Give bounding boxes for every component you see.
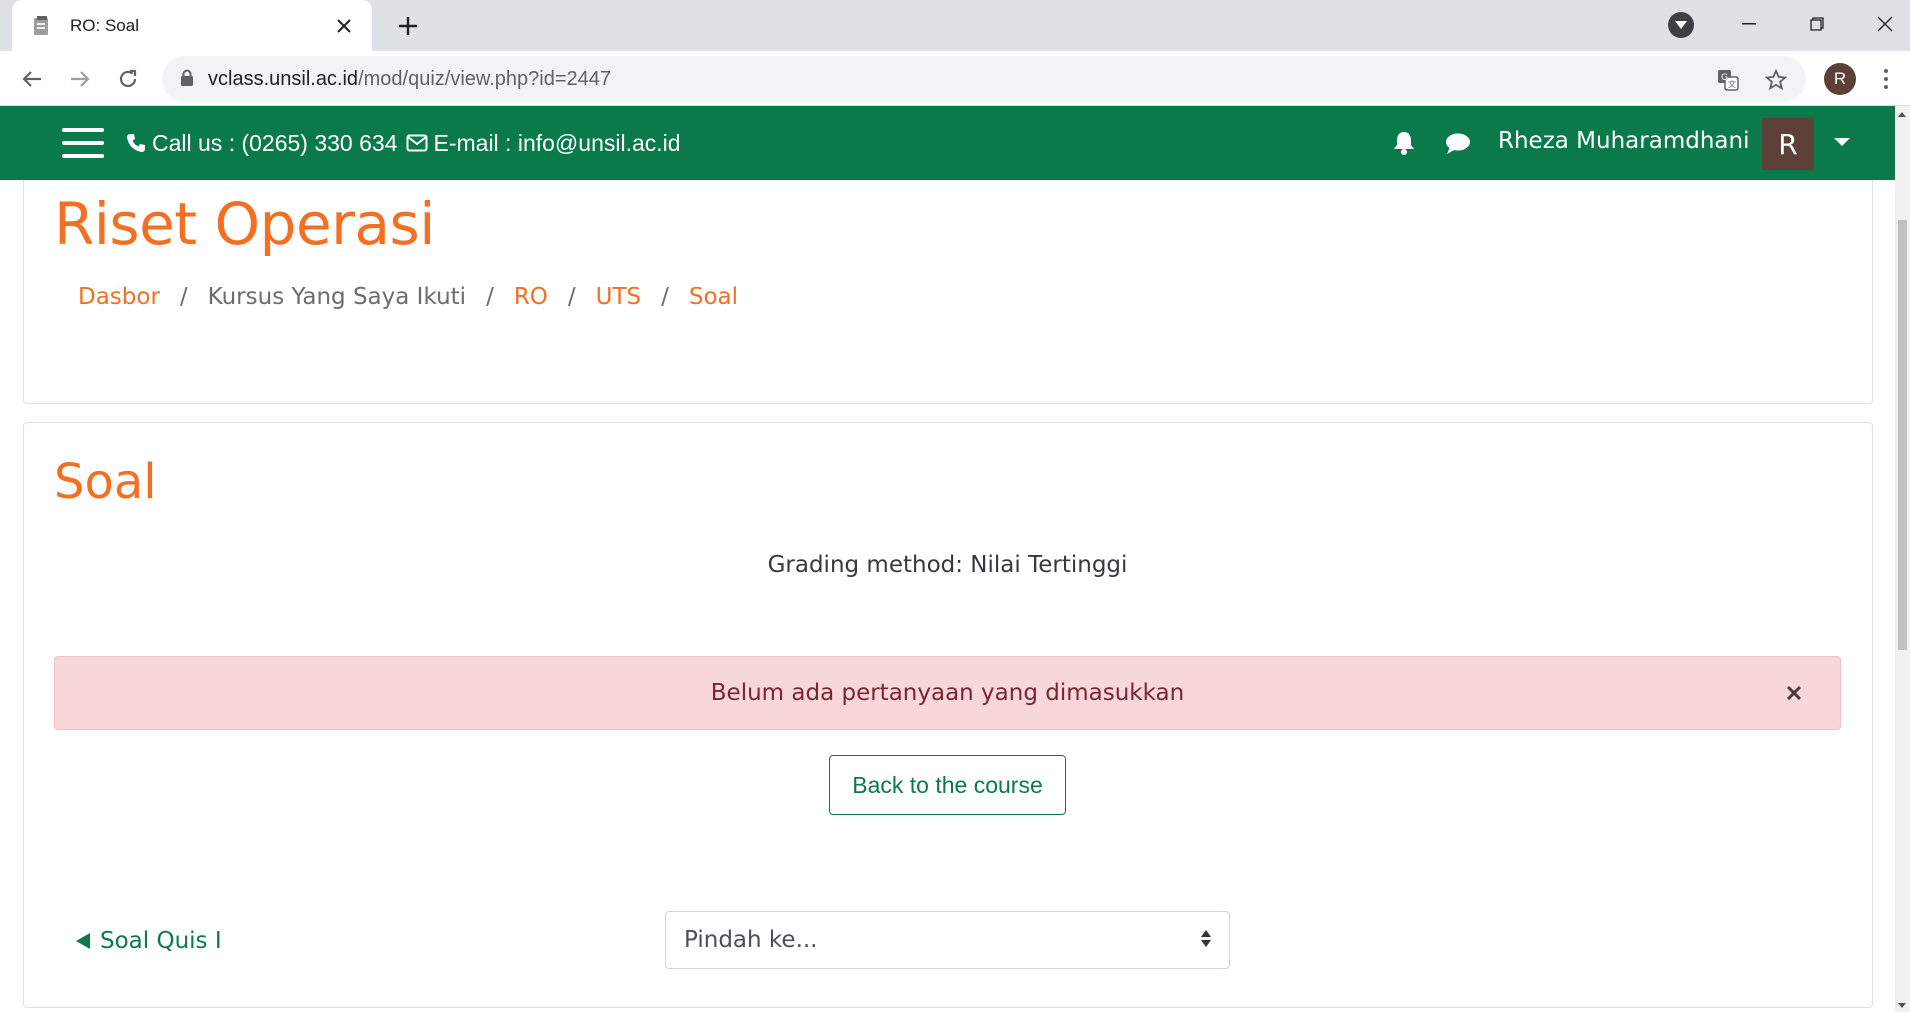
user-name[interactable]: Rheza Muharamdhani <box>1498 106 1749 176</box>
back-arrow-icon[interactable] <box>14 61 50 97</box>
breadcrumb-ro[interactable]: RO <box>514 284 548 310</box>
close-window-icon[interactable] <box>1862 6 1908 42</box>
svg-text:文: 文 <box>1728 79 1736 89</box>
breadcrumb-separator: / <box>661 284 669 310</box>
prev-activity-label: Soal Quis I <box>100 928 222 954</box>
url-text: vclass.unsil.ac.id/mod/quiz/view.php?id=… <box>208 68 611 91</box>
breadcrumb-separator: / <box>179 284 188 310</box>
browser-toolbar: vclass.unsil.ac.id/mod/quiz/view.php?id=… <box>0 51 1910 106</box>
translate-icon[interactable]: G文 <box>1714 66 1742 94</box>
browser-menu-icon[interactable] <box>1872 63 1900 95</box>
tab-search-icon[interactable] <box>1668 12 1694 38</box>
course-title: Riset Operasi <box>54 190 435 258</box>
lock-icon <box>180 69 194 90</box>
breadcrumb-soal[interactable]: Soal <box>689 284 738 310</box>
alert-message: Belum ada pertanyaan yang dimasukkan <box>710 680 1185 706</box>
grading-method-text: Grading method: Nilai Tertinggi <box>767 552 1128 578</box>
reload-icon[interactable] <box>110 61 146 97</box>
svg-text:G: G <box>1721 73 1728 83</box>
breadcrumb-kursus: Kursus Yang Saya Ikuti <box>207 284 467 310</box>
close-alert-icon[interactable] <box>1778 677 1810 709</box>
jump-to-select[interactable]: Pindah ke... <box>665 911 1230 969</box>
bell-icon[interactable] <box>1392 130 1416 160</box>
contact-info: Call us : (0265) 330 634 E-mail : info@u… <box>126 106 681 180</box>
page-scrollbar[interactable] <box>1895 106 1910 1012</box>
phone-text: Call us : (0265) 330 634 <box>152 129 398 156</box>
site-favicon-icon <box>30 14 54 38</box>
breadcrumb-separator: / <box>567 284 576 310</box>
bookmark-star-icon[interactable] <box>1762 66 1790 94</box>
browser-tab[interactable]: RO: Soal <box>12 0 372 51</box>
envelope-icon <box>406 134 428 152</box>
back-to-course-button[interactable]: Back to the course <box>829 755 1066 815</box>
address-bar[interactable]: vclass.unsil.ac.id/mod/quiz/view.php?id=… <box>162 56 1806 102</box>
jump-to-select-value: Pindah ke... <box>684 927 818 953</box>
scroll-up-icon[interactable] <box>1898 112 1906 117</box>
url-host: vclass.unsil.ac.id <box>208 67 359 90</box>
user-menu-caret-icon[interactable] <box>1834 138 1850 146</box>
url-path: /mod/quiz/view.php?id=2447 <box>358 67 612 90</box>
site-navbar: Call us : (0265) 330 634 E-mail : info@u… <box>0 106 1895 180</box>
hamburger-menu-icon[interactable] <box>62 128 104 158</box>
prev-activity-link[interactable]: Soal Quis I <box>76 928 222 954</box>
phone-icon <box>126 133 146 153</box>
page-title: Soal <box>54 454 157 510</box>
browser-tabstrip: RO: Soal <box>0 0 1910 51</box>
close-tab-icon[interactable] <box>330 12 358 40</box>
page-viewport: Riset Operasi Dasbor / Kursus Yang Saya … <box>0 106 1910 1012</box>
forward-arrow-icon[interactable] <box>62 61 98 97</box>
restore-window-icon[interactable] <box>1794 6 1840 42</box>
breadcrumb-dasbor[interactable]: Dasbor <box>78 284 160 310</box>
browser-profile-avatar[interactable]: R <box>1824 63 1856 95</box>
new-tab-icon[interactable] <box>390 8 426 44</box>
breadcrumb-separator: / <box>486 284 494 310</box>
breadcrumb: Dasbor / Kursus Yang Saya Ikuti / RO / U… <box>78 284 738 310</box>
triangle-left-icon <box>76 933 90 949</box>
scroll-down-icon[interactable] <box>1898 1003 1906 1008</box>
minimize-window-icon[interactable] <box>1726 6 1772 42</box>
select-updown-icon <box>1201 930 1211 947</box>
scroll-thumb[interactable] <box>1898 220 1907 650</box>
email-text: E-mail : info@unsil.ac.id <box>433 129 681 156</box>
user-avatar[interactable]: R <box>1762 118 1814 170</box>
breadcrumb-uts[interactable]: UTS <box>596 284 641 310</box>
chat-bubble-icon[interactable] <box>1444 132 1472 160</box>
tab-title: RO: Soal <box>70 15 139 35</box>
no-questions-alert: Belum ada pertanyaan yang dimasukkan <box>54 656 1841 730</box>
